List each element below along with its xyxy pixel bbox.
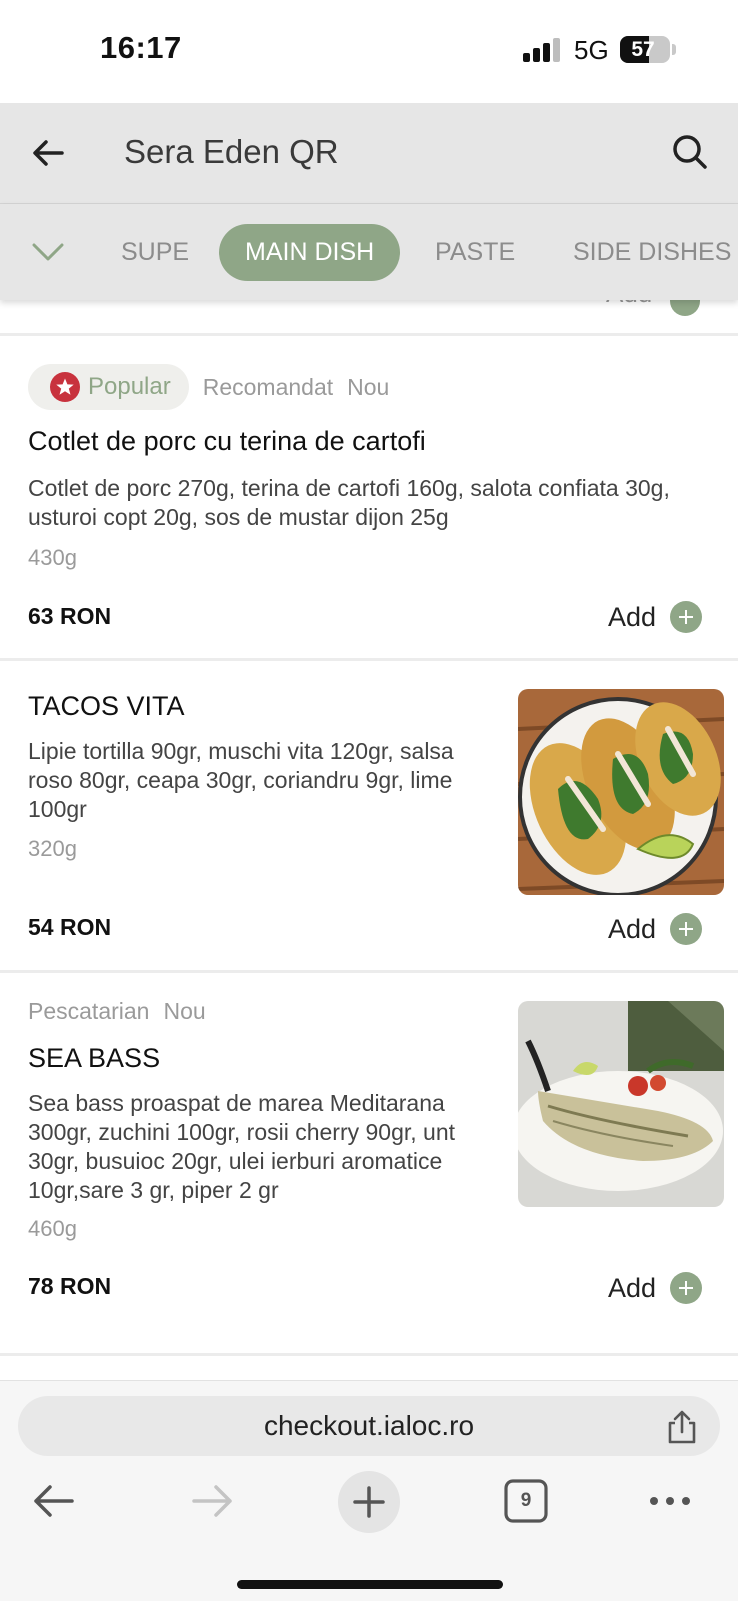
tag-label: Nou [347,373,390,400]
description-line: 10gr,sare 3 gr, piper 2 gr [28,1177,279,1203]
battery-cap [672,44,676,55]
item-weight: 430g [28,545,77,570]
more-button[interactable] [640,1471,700,1531]
home-indicator [237,1580,503,1589]
browser-back-button[interactable] [24,1471,84,1531]
tag-label: Recomandat [202,373,334,400]
plus-icon [670,1272,703,1304]
item-title: TACOS VITA [28,691,185,721]
share-icon [668,1410,696,1444]
item-price: 54 RON [28,914,112,940]
item-description: Cotlet de porc 270g, terina de cartofi 1… [28,474,670,532]
tab-supe[interactable]: SUPE [121,224,189,281]
url-text: checkout.ialoc.ro [263,1410,475,1441]
address-bar[interactable]: checkout.ialoc.ro [18,1396,720,1456]
tag-label: Nou [163,997,206,1024]
category-tabs: SUPE MAIN DISH PASTE SIDE DISHES [0,204,738,300]
chevron-down-icon [32,243,64,261]
search-button[interactable] [670,132,710,172]
item-title: SEA BASS [28,1043,161,1073]
add-button[interactable]: Add [608,1268,703,1308]
tab-main-dish[interactable]: MAIN DISH [219,224,401,281]
add-button[interactable]: Add [608,909,703,949]
item-description: Sea bass proaspat de marea Meditarana 30… [28,1089,455,1205]
tacos-photo[interactable] [518,689,724,895]
back-arrow-icon [34,1485,74,1517]
back-button[interactable] [28,133,68,173]
menu-item[interactable]: Pescatarian Nou SEA BASS Sea bass proasp… [0,973,738,1353]
tab-side-dishes[interactable]: SIDE DISHES [573,224,731,281]
item-price: 63 RON [28,603,112,629]
arrow-left-icon [33,140,64,166]
status-time: 16:17 [100,30,182,65]
browser-forward-button[interactable] [182,1471,242,1531]
previous-item-peek: Add [0,300,738,333]
status-bar: 16:17 5G 57 [0,0,738,103]
description-line: 100gr [28,796,87,822]
description-line: roso 80gr, ceapa 30gr, coriandru 9gr, li… [28,767,453,793]
add-label: Add [608,1272,657,1303]
menu-item[interactable]: Popular Recomandat Nou Cotlet de porc cu… [0,336,738,658]
item-tags: Popular Recomandat Nou [28,364,403,410]
tag-label: Pescatarian [28,997,150,1024]
divider [0,1353,738,1356]
new-tab-plus-icon [353,1486,385,1518]
new-tab-button[interactable] [338,1471,400,1533]
item-weight: 460g [28,1216,77,1241]
popular-badge: Popular [28,364,189,410]
search-icon [673,135,707,169]
browser-toolbar: checkout.ialoc.ro 9 [0,1380,738,1601]
item-tags: Pescatarian Nou [28,988,220,1034]
plus-icon [670,913,703,945]
add-label: Add [608,913,657,944]
app-header: Sera Eden QR [0,103,738,204]
share-button[interactable] [664,1408,700,1446]
description-line: Lipie tortilla 90gr, muschi vita 120gr, … [28,738,454,764]
battery-icon: 57 [620,36,670,63]
tag-label: Popular [88,373,171,400]
item-description: Lipie tortilla 90gr, muschi vita 120gr, … [28,737,454,824]
tabs-button[interactable]: 9 [496,1471,556,1531]
battery-level: 57 [631,38,655,61]
description-line: 300gr, zuchini 100gr, rosii cherry 90gr,… [28,1119,456,1145]
item-weight: 320g [28,836,77,861]
description-line: Cotlet de porc 270g, terina de cartofi 1… [28,475,670,501]
sea-bass-photo[interactable] [518,1001,724,1207]
signal-icon [523,38,563,62]
item-price: 78 RON [28,1273,112,1299]
tab-count: 9 [520,1490,532,1511]
tab-paste[interactable]: PASTE [435,224,515,281]
add-label: Add [608,601,657,632]
description-line: Sea bass proaspat de marea Meditarana [28,1090,445,1116]
item-title: Cotlet de porc cu terina de cartofi [28,426,426,456]
menu-item[interactable]: TACOS VITA Lipie tortilla 90gr, muschi v… [0,661,738,970]
description-line: usturoi copt 20g, sos de mustar dijon 25… [28,504,449,530]
network-type: 5G [574,35,609,65]
forward-arrow-icon [192,1485,232,1517]
add-button[interactable]: Add [608,597,703,637]
description-line: 30gr, busuioc 20gr, ulei ierburi aromati… [28,1148,443,1174]
categories-toggle[interactable] [30,234,66,270]
more-icon [650,1497,690,1505]
page-title: Sera Eden QR [124,133,339,170]
add-label[interactable]: Add [606,300,652,309]
add-plus-icon[interactable] [670,300,700,316]
plus-icon [670,601,703,633]
star-icon [50,372,80,402]
